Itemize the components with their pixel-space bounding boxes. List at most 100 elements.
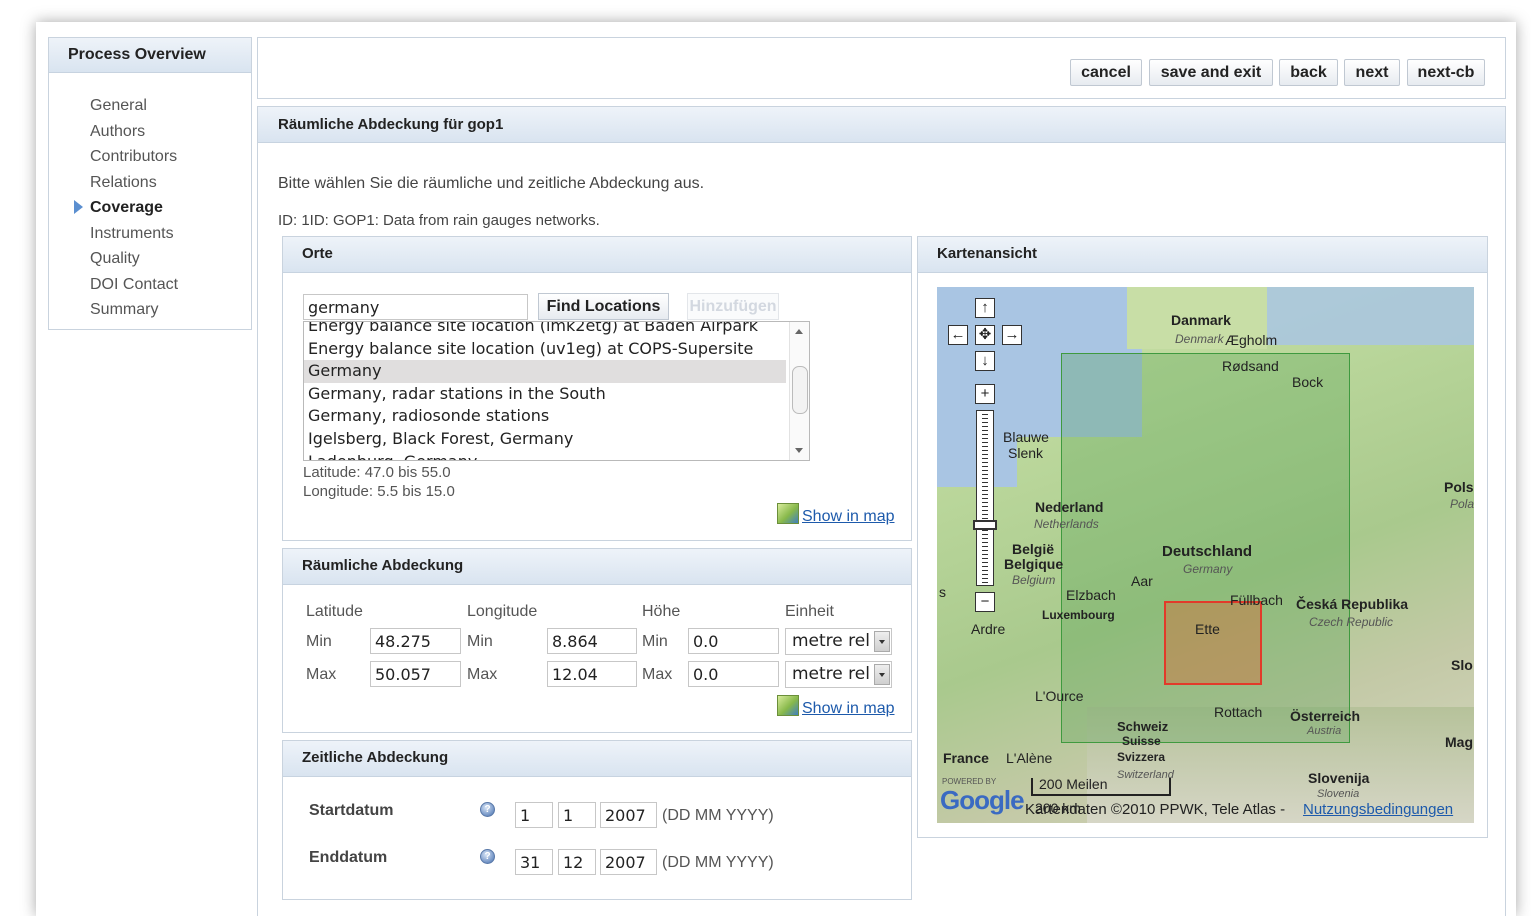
- start-year-input[interactable]: [600, 802, 657, 828]
- zoom-slider-track[interactable]: [976, 410, 994, 586]
- help-icon[interactable]: ?: [480, 849, 495, 864]
- longitude-header: Longitude: [467, 603, 538, 620]
- lat-min-input[interactable]: [370, 628, 461, 654]
- lon-max-input[interactable]: [547, 661, 637, 687]
- nav-summary[interactable]: Summary: [49, 297, 251, 323]
- current-arrow-icon: [74, 200, 83, 214]
- location-search-input[interactable]: [303, 294, 528, 320]
- start-month-input[interactable]: [558, 802, 596, 828]
- map-icon[interactable]: [777, 503, 799, 524]
- terms-link[interactable]: Nutzungsbedingungen: [1303, 801, 1453, 818]
- list-item[interactable]: Ladenburg, Germany: [304, 451, 786, 460]
- lon-min-label: Min: [467, 633, 493, 650]
- list-item[interactable]: Germany, radar stations in the South: [304, 383, 786, 406]
- next-cb-button[interactable]: next-cb: [1407, 59, 1485, 86]
- lon-min-input[interactable]: [547, 628, 637, 654]
- zoom-slider-handle[interactable]: [973, 520, 997, 530]
- cancel-button[interactable]: cancel: [1070, 59, 1142, 86]
- zoom-in-icon[interactable]: +: [975, 384, 995, 404]
- zoom-out-icon[interactable]: −: [975, 592, 995, 612]
- nav-relations[interactable]: Relations: [49, 170, 251, 196]
- nav-instruments[interactable]: Instruments: [49, 221, 251, 247]
- find-locations-button[interactable]: Find Locations: [538, 293, 669, 320]
- pan-center-icon[interactable]: ✥: [975, 325, 995, 345]
- latitude-header: Latitude: [306, 603, 363, 620]
- pan-left-icon[interactable]: ←: [948, 325, 968, 345]
- end-month-input[interactable]: [558, 849, 596, 875]
- height-header: Höhe: [642, 603, 681, 620]
- unit-header: Einheit: [785, 603, 834, 620]
- map-view-title: Kartenansicht: [918, 237, 1487, 273]
- map-label: Pola: [1450, 497, 1474, 511]
- nav-label: Summary: [90, 301, 159, 318]
- unit-max-value: metre rel: [792, 664, 870, 684]
- list-item[interactable]: Igelsberg, Black Forest, Germany: [304, 428, 786, 451]
- map-label: Slenk: [1008, 445, 1044, 461]
- nav-coverage[interactable]: Coverage: [49, 195, 251, 221]
- show-in-map-link[interactable]: Show in map: [802, 508, 895, 526]
- nav-contributors[interactable]: Contributors: [49, 144, 251, 170]
- start-day-input[interactable]: [515, 802, 553, 828]
- map-label: Ardre: [971, 621, 1006, 637]
- sidebar-title: Process Overview: [49, 38, 251, 73]
- map-label: France: [943, 750, 989, 766]
- google-logo[interactable]: Google: [940, 785, 1025, 816]
- help-icon[interactable]: ?: [480, 802, 495, 817]
- show-in-map-link[interactable]: Show in map: [802, 700, 895, 718]
- list-item[interactable]: Germany, radiosonde stations: [304, 405, 786, 428]
- list-item[interactable]: Energy balance site location (imk2etg) a…: [304, 322, 786, 338]
- map-label: Danmark: [1171, 312, 1231, 328]
- list-item-selected[interactable]: Germany: [304, 360, 786, 383]
- nav-general[interactable]: General: [49, 93, 251, 119]
- nav-authors[interactable]: Authors: [49, 119, 251, 145]
- map-label: Füllbach: [1230, 592, 1283, 608]
- map-label: Österreich: [1290, 708, 1361, 724]
- save-and-exit-button[interactable]: save and exit: [1149, 59, 1273, 86]
- map-label: Ægholm: [1225, 332, 1278, 348]
- nav-doi-contact[interactable]: DOI Contact: [49, 272, 251, 298]
- lat-max-input[interactable]: [370, 661, 461, 687]
- scroll-up-icon[interactable]: [795, 329, 803, 334]
- map-label: Belgium: [1012, 573, 1056, 587]
- end-year-input[interactable]: [600, 849, 657, 875]
- height-min-input[interactable]: [688, 628, 779, 654]
- lon-max-label: Max: [467, 666, 498, 683]
- dropdown-arrow-icon[interactable]: [874, 664, 890, 685]
- map-label: Schweiz: [1117, 719, 1169, 734]
- temporal-title: Zeitliche Abdeckung: [283, 741, 911, 777]
- map-label: Czech Republic: [1309, 615, 1394, 629]
- orte-panel: Orte Find Locations Hinzufügen Energy ba…: [282, 236, 912, 541]
- unit-max-select[interactable]: metre rel: [785, 661, 892, 688]
- id-line: ID: 1ID: GOP1: Data from rain gauges net…: [278, 212, 600, 229]
- height-max-input[interactable]: [688, 661, 779, 687]
- pan-right-icon[interactable]: →: [1002, 325, 1022, 345]
- nav-label: DOI Contact: [90, 275, 179, 293]
- nav-quality[interactable]: Quality: [49, 246, 251, 272]
- dropdown-arrow-icon[interactable]: [874, 631, 890, 652]
- map-label: Mag: [1445, 734, 1473, 750]
- next-button[interactable]: next: [1344, 59, 1400, 86]
- start-date-label: Startdatum: [309, 802, 394, 819]
- map-label: Slovenija: [1308, 770, 1370, 786]
- map-label: Blauwe: [1003, 429, 1049, 445]
- end-day-input[interactable]: [515, 849, 553, 875]
- unit-min-select[interactable]: metre rel: [785, 628, 892, 655]
- list-scrollbar[interactable]: [789, 322, 809, 460]
- back-button[interactable]: back: [1279, 59, 1338, 86]
- add-button[interactable]: Hinzufügen: [687, 293, 779, 320]
- end-format-hint: (DD MM YYYY): [662, 854, 774, 871]
- google-map[interactable]: Danmark Denmark Ægholm Rødsand Bock Blau…: [937, 287, 1474, 823]
- map-label: Denmark: [1175, 332, 1224, 346]
- end-date-label: Enddatum: [309, 849, 388, 866]
- list-item[interactable]: Energy balance site location (uv1eg) at …: [304, 338, 786, 361]
- baltic-sea: [1267, 287, 1474, 345]
- orte-title: Orte: [283, 237, 911, 273]
- pan-down-icon[interactable]: ↓: [975, 351, 995, 371]
- scroll-thumb[interactable]: [792, 366, 808, 414]
- map-icon[interactable]: [777, 695, 799, 716]
- location-list[interactable]: Energy balance site location (imk2etg) a…: [303, 321, 810, 461]
- map-label: Slovenia: [1317, 788, 1360, 800]
- scroll-down-icon[interactable]: [795, 448, 803, 453]
- pan-up-icon[interactable]: ↑: [975, 298, 995, 318]
- h-max-label: Max: [642, 666, 673, 683]
